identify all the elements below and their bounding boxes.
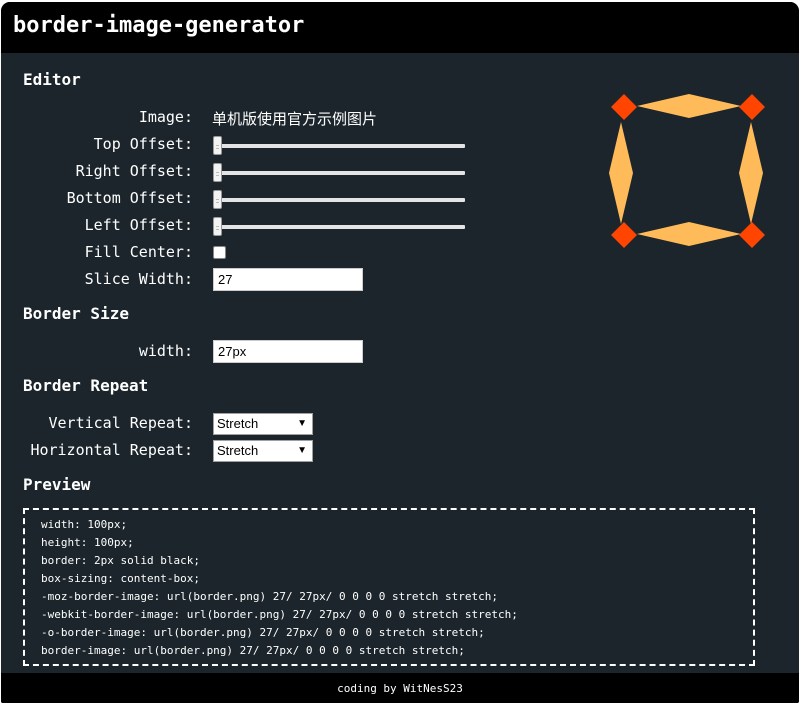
slice-width-label: Slice Width: — [84, 270, 193, 288]
top-offset-label: Top Offset: — [93, 135, 193, 153]
code-line: width: 100px; — [41, 518, 128, 531]
right-offset-slider[interactable] — [213, 163, 465, 183]
top-left-corner-diamond — [611, 94, 637, 120]
slider-thumb[interactable] — [213, 136, 222, 155]
code-line: -webkit-border-image: url(border.png) 27… — [41, 608, 518, 621]
left-offset-slider[interactable] — [213, 217, 465, 237]
slider-thumb[interactable] — [213, 163, 222, 182]
dropdown-arrow-icon: ▼ — [297, 445, 307, 456]
bottom-left-corner-diamond — [611, 222, 637, 248]
right-offset-label-wrap: Right Offset: — [1, 159, 193, 183]
image-label: Image: — [138, 108, 193, 126]
left-offset-label: Left Offset: — [84, 216, 193, 234]
slice-width-input[interactable]: 27 — [213, 268, 363, 291]
vertical-repeat-label: Vertical Repeat: — [48, 414, 194, 432]
bottom-offset-slider[interactable] — [213, 190, 465, 210]
fill-center-label-wrap: Fill Center: — [1, 240, 193, 264]
slider-track — [213, 144, 465, 148]
image-label-wrap: Image: — [1, 105, 193, 129]
slider-track — [213, 171, 465, 175]
code-line: border: 2px solid black; — [41, 554, 200, 567]
border-size-heading: Border Size — [23, 304, 129, 323]
bottom-edge-diamond — [637, 222, 741, 246]
fill-center-checkbox[interactable] — [213, 246, 226, 259]
horizontal-repeat-value: Stretch — [217, 443, 259, 458]
border-image-preview — [609, 94, 765, 248]
code-line: -o-border-image: url(border.png) 27/ 27p… — [41, 626, 485, 639]
horizontal-repeat-select[interactable]: Stretch ▼ — [213, 440, 313, 462]
slider-track — [213, 225, 465, 229]
dropdown-arrow-icon: ▼ — [297, 418, 307, 429]
right-offset-label: Right Offset: — [75, 162, 193, 180]
width-label: width: — [138, 342, 193, 360]
slider-track — [213, 198, 465, 202]
top-right-corner-diamond — [739, 94, 765, 120]
code-line: height: 100px; — [41, 536, 134, 549]
vertical-repeat-value: Stretch — [217, 416, 259, 431]
top-offset-slider[interactable] — [213, 136, 465, 156]
width-label-wrap: width: — [1, 339, 193, 363]
code-line: -moz-border-image: url(border.png) 27/ 2… — [41, 590, 498, 603]
image-source-value: 单机版使用官方示例图片 — [212, 110, 378, 128]
title-bar: border-image-generator — [1, 2, 799, 53]
footer: coding by WitNesS23 — [1, 673, 799, 703]
preview-heading: Preview — [23, 475, 91, 494]
horizontal-repeat-label-wrap: Horizontal Repeat: — [1, 438, 193, 462]
page-title: border-image-generator — [13, 13, 305, 38]
slider-thumb[interactable] — [213, 217, 222, 236]
vertical-repeat-label-wrap: Vertical Repeat: — [1, 411, 194, 435]
footer-credit: coding by WitNesS23 — [337, 682, 463, 695]
border-repeat-heading: Border Repeat — [23, 376, 149, 395]
vertical-repeat-select[interactable]: Stretch ▼ — [213, 413, 313, 435]
bottom-right-corner-diamond — [739, 222, 765, 248]
app-window: border-image-generator Editor Image: 单机版… — [1, 2, 799, 703]
code-line: border-image: url(border.png) 27/ 27px/ … — [41, 644, 465, 657]
code-line: box-sizing: content-box; — [41, 572, 200, 585]
css-preview-box: width: 100px; height: 100px; border: 2px… — [23, 508, 755, 666]
editor-heading: Editor — [23, 70, 81, 89]
bottom-offset-label-wrap: Bottom Offset: — [1, 186, 193, 210]
slider-thumb[interactable] — [213, 190, 222, 209]
left-edge-diamond — [609, 122, 633, 224]
horizontal-repeat-label: Horizontal Repeat: — [30, 441, 193, 459]
right-edge-diamond — [739, 122, 763, 224]
slice-width-label-wrap: Slice Width: — [1, 267, 193, 291]
top-edge-diamond — [637, 94, 741, 118]
border-width-input[interactable]: 27px — [213, 340, 363, 363]
bottom-offset-label: Bottom Offset: — [66, 189, 193, 207]
left-offset-label-wrap: Left Offset: — [1, 213, 193, 237]
top-offset-label-wrap: Top Offset: — [1, 132, 193, 156]
fill-center-label: Fill Center: — [84, 243, 193, 261]
